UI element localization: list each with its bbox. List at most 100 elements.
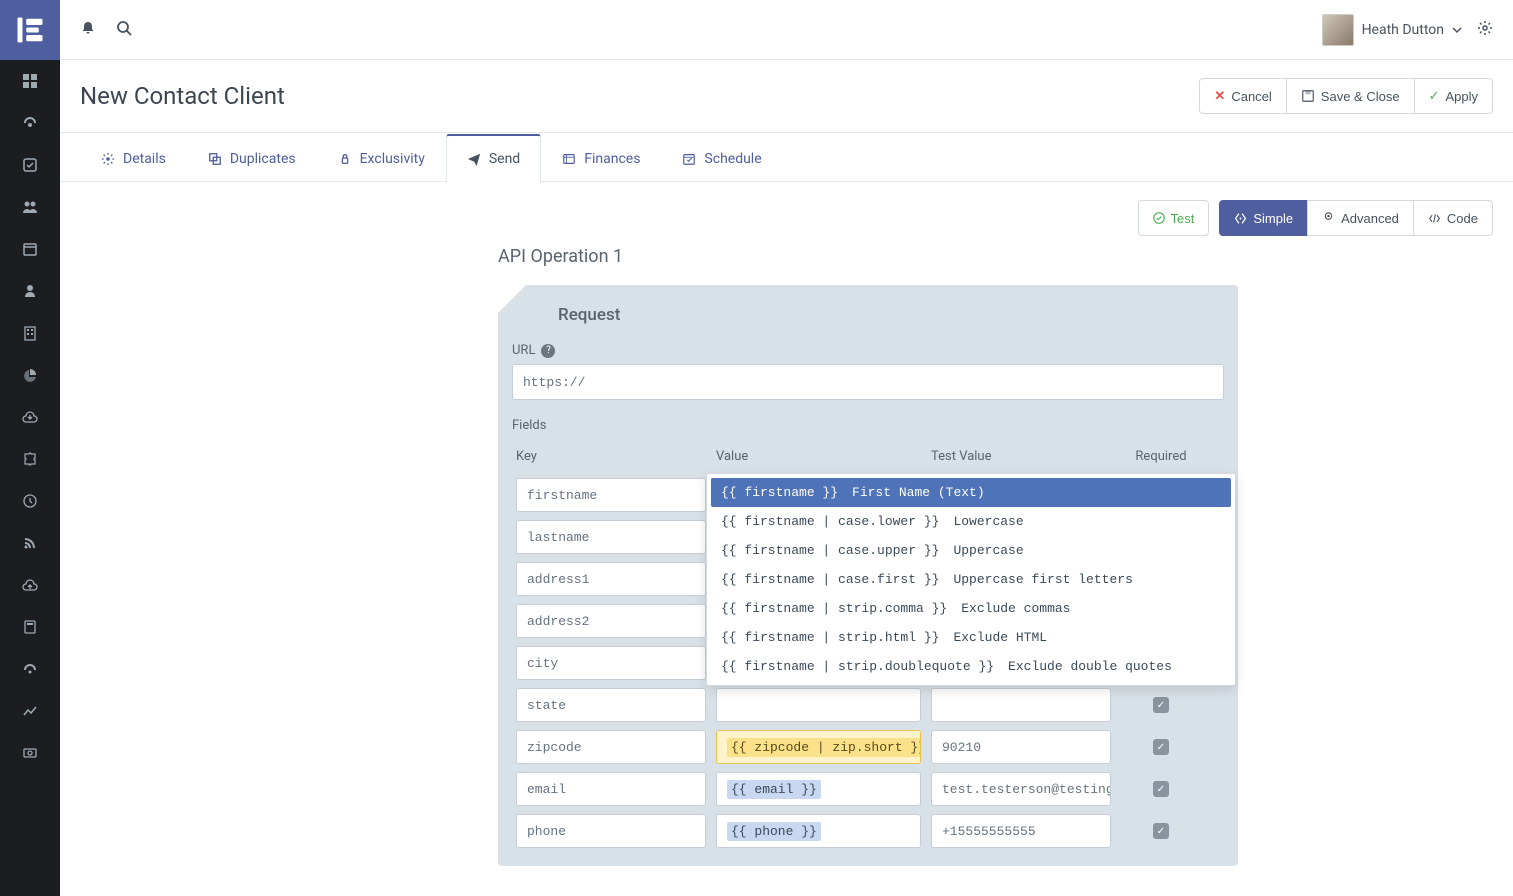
key-input[interactable]: city bbox=[516, 646, 706, 680]
nav-rss[interactable] bbox=[0, 522, 60, 564]
content-controls: Test SimpleAdvancedCode bbox=[60, 182, 1513, 246]
save-close-button[interactable]: Save & Close bbox=[1286, 78, 1415, 114]
test-value-input[interactable]: 90210 bbox=[931, 730, 1111, 764]
schedule-icon bbox=[682, 152, 696, 166]
nav-puzzle[interactable] bbox=[0, 438, 60, 480]
apply-button[interactable]: ✓Apply bbox=[1414, 78, 1493, 114]
mode-advanced-button[interactable]: Advanced bbox=[1307, 200, 1414, 236]
view-mode-group: SimpleAdvancedCode bbox=[1219, 200, 1493, 236]
nav-person[interactable] bbox=[0, 270, 60, 312]
nav-pie[interactable] bbox=[0, 354, 60, 396]
key-input[interactable]: address2 bbox=[516, 604, 706, 638]
tab-schedule[interactable]: Schedule bbox=[661, 134, 782, 182]
nav-building[interactable] bbox=[0, 312, 60, 354]
nav-gauge2[interactable] bbox=[0, 648, 60, 690]
autocomplete-item[interactable]: {{ firstname }}First Name (Text) bbox=[711, 478, 1231, 507]
field-row: state ✓ bbox=[512, 684, 1224, 726]
send-icon bbox=[467, 152, 481, 166]
nav-check[interactable] bbox=[0, 144, 60, 186]
check-circle-icon bbox=[1153, 212, 1165, 224]
gear-icon[interactable] bbox=[1477, 20, 1493, 40]
details-icon bbox=[101, 152, 115, 166]
nav-calendar[interactable] bbox=[0, 228, 60, 270]
tab-duplicates[interactable]: Duplicates bbox=[187, 134, 317, 182]
fields-label: Fields bbox=[512, 418, 1224, 433]
key-input[interactable]: zipcode bbox=[516, 730, 706, 764]
user-name: Heath Dutton bbox=[1362, 22, 1444, 38]
key-input[interactable]: phone bbox=[516, 814, 706, 848]
autocomplete-item[interactable]: {{ firstname | strip.comma }}Exclude com… bbox=[711, 594, 1231, 623]
nav-users[interactable] bbox=[0, 186, 60, 228]
test-value-input[interactable] bbox=[931, 688, 1111, 722]
autocomplete-item[interactable]: {{ firstname | strip.html }}Exclude HTML bbox=[711, 623, 1231, 652]
value-input[interactable]: {{ email }} bbox=[716, 772, 921, 806]
sidebar bbox=[0, 0, 60, 896]
url-label: URL ? bbox=[512, 343, 1224, 358]
url-input[interactable] bbox=[512, 364, 1224, 400]
nav-cloud-down[interactable] bbox=[0, 396, 60, 438]
mode-simple-button[interactable]: Simple bbox=[1219, 200, 1308, 236]
brand-logo[interactable] bbox=[0, 0, 60, 60]
required-checkbox[interactable]: ✓ bbox=[1153, 781, 1169, 797]
advanced-icon bbox=[1322, 212, 1335, 225]
nav-calc[interactable] bbox=[0, 606, 60, 648]
user-menu[interactable]: Heath Dutton bbox=[1322, 14, 1462, 46]
value-input[interactable]: {{ zipcode | zip.short }} bbox=[716, 730, 921, 764]
check-icon: ✓ bbox=[1429, 88, 1440, 104]
autocomplete-item[interactable]: {{ firstname | case.upper }}Uppercase bbox=[711, 536, 1231, 565]
tabs: DetailsDuplicatesExclusivitySendFinances… bbox=[60, 133, 1513, 182]
page-title: New Contact Client bbox=[80, 82, 285, 110]
exclusivity-icon bbox=[338, 152, 352, 166]
autocomplete-dropdown: {{ firstname }}First Name (Text){{ first… bbox=[706, 473, 1236, 686]
tab-finances[interactable]: Finances bbox=[541, 134, 661, 182]
required-checkbox[interactable]: ✓ bbox=[1153, 697, 1169, 713]
col-value: Value bbox=[716, 449, 921, 464]
field-row: phone {{ phone }} +15555555555 ✓ bbox=[512, 810, 1224, 852]
chevron-down-icon bbox=[1452, 25, 1462, 35]
field-row: email {{ email }} test.testerson@testing ✓ bbox=[512, 768, 1224, 810]
nav-dashboard[interactable] bbox=[0, 60, 60, 102]
key-input[interactable]: lastname bbox=[516, 520, 706, 554]
nav-cloud-up[interactable] bbox=[0, 564, 60, 606]
finances-icon bbox=[562, 152, 576, 166]
request-panel: Request URL ? Fields Key Value Test Valu… bbox=[498, 285, 1238, 866]
test-value-input[interactable]: test.testerson@testing bbox=[931, 772, 1111, 806]
value-input[interactable]: {{ phone }} bbox=[716, 814, 921, 848]
section-title: API Operation 1 bbox=[498, 246, 1238, 267]
mode-code-button[interactable]: Code bbox=[1413, 200, 1493, 236]
simple-icon bbox=[1234, 212, 1247, 225]
nav-gauge[interactable] bbox=[0, 102, 60, 144]
save-icon bbox=[1301, 89, 1315, 103]
nav-trend[interactable] bbox=[0, 690, 60, 732]
tab-exclusivity[interactable]: Exclusivity bbox=[317, 134, 446, 182]
value-input[interactable] bbox=[716, 688, 921, 722]
autocomplete-item[interactable]: {{ firstname | strip.doublequote }}Exclu… bbox=[711, 652, 1231, 681]
key-input[interactable]: email bbox=[516, 772, 706, 806]
col-required: Required bbox=[1121, 449, 1201, 464]
required-checkbox[interactable]: ✓ bbox=[1153, 823, 1169, 839]
panel-title: Request bbox=[512, 305, 1224, 325]
tab-details[interactable]: Details bbox=[80, 134, 187, 182]
required-checkbox[interactable]: ✓ bbox=[1153, 739, 1169, 755]
key-input[interactable]: state bbox=[516, 688, 706, 722]
cancel-button[interactable]: ✕Cancel bbox=[1199, 78, 1286, 114]
key-input[interactable]: address1 bbox=[516, 562, 706, 596]
avatar bbox=[1322, 14, 1354, 46]
col-test: Test Value bbox=[931, 449, 1111, 464]
topbar: Heath Dutton bbox=[60, 0, 1513, 60]
autocomplete-item[interactable]: {{ firstname | case.first }}Uppercase fi… bbox=[711, 565, 1231, 594]
autocomplete-item[interactable]: {{ firstname | case.lower }}Lowercase bbox=[711, 507, 1231, 536]
key-input[interactable]: firstname bbox=[516, 478, 706, 512]
test-value-input[interactable]: +15555555555 bbox=[931, 814, 1111, 848]
bell-icon[interactable] bbox=[80, 20, 96, 40]
code-icon bbox=[1428, 212, 1441, 225]
search-icon[interactable] bbox=[116, 20, 132, 40]
test-button[interactable]: Test bbox=[1138, 200, 1210, 236]
close-icon: ✕ bbox=[1214, 88, 1225, 104]
duplicates-icon bbox=[208, 152, 222, 166]
nav-clock[interactable] bbox=[0, 480, 60, 522]
page-header: New Contact Client ✕Cancel Save & Close … bbox=[60, 60, 1513, 133]
help-icon[interactable]: ? bbox=[541, 344, 555, 358]
tab-send[interactable]: Send bbox=[446, 134, 541, 182]
nav-money[interactable] bbox=[0, 732, 60, 774]
